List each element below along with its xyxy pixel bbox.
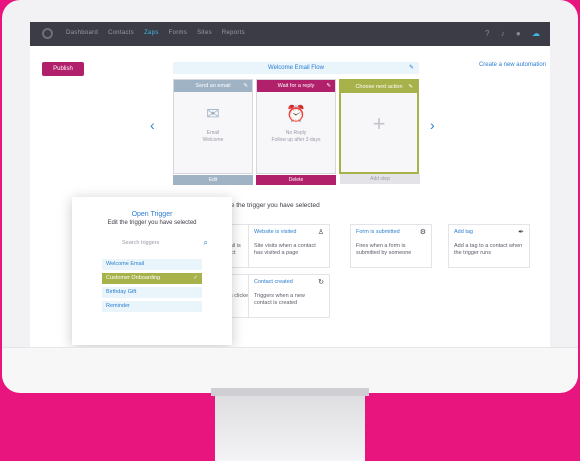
alarm-icon: ⏰ xyxy=(286,106,306,123)
create-automation-link[interactable]: Create a new automation xyxy=(479,62,546,68)
pen-icon: ✒ xyxy=(518,229,524,236)
tile-desc: Add a tag to a contact when the trigger … xyxy=(454,243,523,256)
nav-item[interactable]: Reports xyxy=(222,30,245,36)
trigger-tile[interactable]: Form is submitted ⚙ Fires when a form is… xyxy=(350,224,432,268)
trigger-option[interactable]: Welcome Email xyxy=(102,259,202,270)
nav-item-active[interactable]: Zaps xyxy=(144,30,159,36)
trigger-option[interactable]: Reminder xyxy=(102,301,202,312)
card-footer-button[interactable]: Delete xyxy=(256,175,336,185)
card-label: Email Welcome xyxy=(202,130,224,143)
dialog-subtitle: Edit the trigger you have selected xyxy=(107,220,197,226)
tile-desc: Site visits when a contact has visited a… xyxy=(254,243,316,256)
trigger-option[interactable]: Birthday Gift xyxy=(102,287,202,298)
trigger-dialog: Open Trigger Edit the trigger you have s… xyxy=(72,197,232,345)
tile-desc: Triggers when a new contact is created xyxy=(254,293,305,306)
tile-title: Contact created xyxy=(254,279,293,285)
search-placeholder: Search triggers xyxy=(122,240,160,246)
card-header: Wait for a reply ✎ xyxy=(257,80,335,92)
card-header: Send an email ✎ xyxy=(174,80,252,92)
plus-icon[interactable]: + xyxy=(341,111,417,137)
publish-button[interactable]: Publish xyxy=(42,62,84,76)
bell-icon[interactable]: ♪ xyxy=(501,29,505,38)
card-label: No Reply Follow up after 3 days xyxy=(271,130,321,143)
gear-icon: ⚙ xyxy=(419,229,426,236)
nav-item[interactable]: Contacts xyxy=(108,30,134,36)
card-header: Choose next action ✎ xyxy=(341,81,417,93)
card-footer-button[interactable]: Add step xyxy=(340,174,420,184)
envelope-icon: ✉ xyxy=(206,106,220,123)
trigger-option-selected[interactable]: Customer Onboarding ✓ xyxy=(102,273,202,284)
pencil-icon[interactable]: ✎ xyxy=(409,62,414,74)
refresh-icon: ↻ xyxy=(318,279,324,286)
person-icon: ♙ xyxy=(317,229,324,236)
pencil-icon[interactable]: ✎ xyxy=(408,81,413,93)
top-navbar: Dashboard Contacts Zaps Forms Sites Repo… xyxy=(30,22,550,46)
trigger-tile[interactable]: Website is visited ♙ Site visits when a … xyxy=(248,224,330,268)
user-icon[interactable]: ● xyxy=(516,29,521,38)
option-label: Customer Onboarding xyxy=(106,275,161,281)
pencil-icon[interactable]: ✎ xyxy=(243,80,248,92)
nav-item[interactable]: Forms xyxy=(169,30,188,36)
flow-header[interactable]: Welcome Email Flow ✎ xyxy=(173,62,419,74)
search-input[interactable]: Search triggers ⌕ xyxy=(122,237,208,249)
tile-title: Form is submitted xyxy=(356,229,400,235)
search-icon[interactable]: ⌕ xyxy=(204,237,208,249)
trigger-tile[interactable]: Add tag ✒ Add a tag to a contact when th… xyxy=(448,224,530,268)
chevron-left-icon[interactable]: ‹ xyxy=(150,117,155,133)
trigger-tile[interactable]: Contact created ↻ Triggers when a new co… xyxy=(248,274,330,318)
tile-title: Website is visited xyxy=(254,229,297,235)
nav-item[interactable]: Sites xyxy=(197,30,212,36)
card-footer-button[interactable]: Edit xyxy=(173,175,253,185)
tile-desc: Fires when a form is submitted by someon… xyxy=(356,243,412,256)
logo-icon[interactable] xyxy=(42,28,53,39)
main-nav: Dashboard Contacts Zaps Forms Sites Repo… xyxy=(66,30,253,36)
chevron-right-icon[interactable]: › xyxy=(430,117,435,133)
flow-card-email[interactable]: Send an email ✎ ✉ Email Welcome Edit xyxy=(173,79,253,185)
checkmark-icon: ✓ xyxy=(193,275,198,281)
flow-title: Welcome Email Flow xyxy=(268,65,324,71)
flow-card-wait[interactable]: Wait for a reply ✎ ⏰ No Reply Follow up af… xyxy=(256,79,336,185)
monitor-stand xyxy=(211,388,369,461)
dialog-title: Open Trigger xyxy=(131,211,173,218)
tile-title: Add tag xyxy=(454,229,473,235)
pencil-icon[interactable]: ✎ xyxy=(326,80,331,92)
flow-card-add[interactable]: Choose next action ✎ + Add step xyxy=(339,79,420,184)
help-icon[interactable]: ? xyxy=(485,29,489,38)
monitor-chin xyxy=(2,347,578,393)
cloud-icon[interactable]: ☁ xyxy=(532,29,540,38)
nav-item[interactable]: Dashboard xyxy=(66,30,98,36)
topbar-icons: ? ♪ ● ☁ xyxy=(476,29,540,38)
app-screen: Dashboard Contacts Zaps Forms Sites Repo… xyxy=(30,22,550,347)
